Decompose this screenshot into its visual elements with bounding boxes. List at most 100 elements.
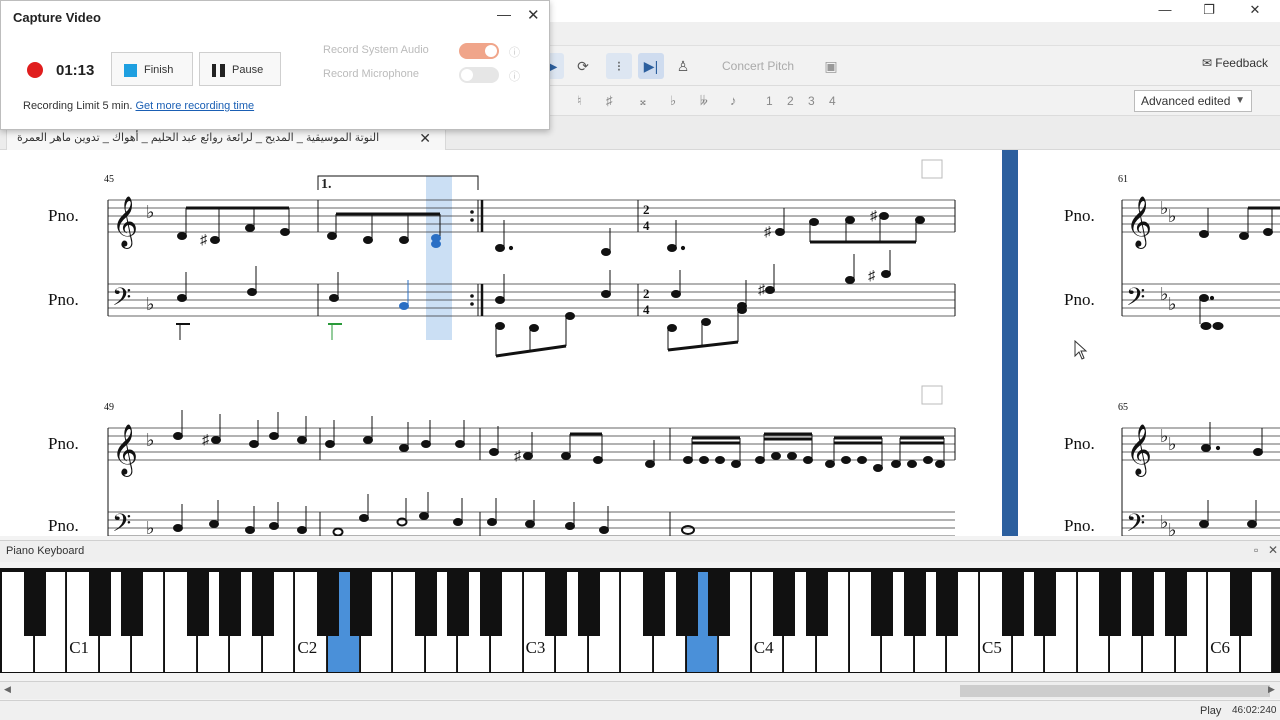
svg-text:♭: ♭	[1168, 434, 1177, 455]
image-capture-icon[interactable]: ▣	[818, 53, 844, 79]
piano-black-key[interactable]	[1132, 572, 1154, 636]
piano-black-key[interactable]	[23, 572, 46, 636]
natural-icon[interactable]: ♮	[577, 93, 582, 109]
flip-icon[interactable]: ♪	[730, 93, 737, 108]
piano-black-key[interactable]	[1034, 572, 1057, 636]
microphone-toggle[interactable]	[459, 67, 499, 83]
instrument-label: Pno.	[48, 290, 79, 309]
staff-lines	[108, 199, 1280, 536]
piano-black-key[interactable]	[121, 572, 144, 636]
finish-icon	[124, 64, 137, 77]
get-more-time-link[interactable]: Get more recording time	[136, 100, 255, 112]
restore-icon[interactable]: ❐	[1194, 2, 1224, 20]
svg-text:𝄢: 𝄢	[1126, 509, 1145, 536]
octave-label: C5	[982, 638, 1002, 657]
status-time: 46:02:240	[1232, 705, 1277, 716]
bar-number: 49	[104, 402, 114, 413]
instrument-label: Pno.	[1064, 206, 1095, 225]
double-flat-icon[interactable]: 𝄫	[700, 93, 708, 109]
info-icon[interactable]: ⓘ	[509, 68, 520, 84]
volta-label: 1.	[321, 177, 332, 192]
piano-black-key[interactable]	[936, 572, 959, 636]
loop-in-icon[interactable]: ⁝	[606, 53, 632, 79]
info-icon[interactable]: ⓘ	[509, 44, 520, 60]
piano-black-key[interactable]	[317, 572, 339, 636]
piano-black-key[interactable]	[903, 572, 926, 636]
bass-notes-1: ♯ ♯	[176, 250, 891, 358]
close-panel-icon[interactable]: ✕	[1268, 543, 1278, 557]
loop-out-icon[interactable]: ▶|	[638, 53, 664, 79]
scrollbar-thumb[interactable]	[960, 685, 1270, 697]
piano-black-key[interactable]	[773, 572, 796, 636]
piano-black-key[interactable]	[871, 572, 894, 636]
recording-indicator-icon	[27, 62, 43, 78]
finish-button[interactable]: Finish	[111, 52, 193, 86]
svg-text:♯: ♯	[514, 447, 522, 463]
pause-button[interactable]: Pause	[199, 52, 281, 86]
svg-text:♭: ♭	[146, 518, 155, 536]
capture-minimize-icon[interactable]: —	[497, 6, 511, 22]
workspace-select[interactable]: Advanced edited ▼	[1134, 90, 1252, 112]
clefs: 𝄞 𝄢 𝄞 𝄢 𝄞 𝄢 𝄞 𝄢 ♭♭ ♭♭ ♭ ♭ ♭ ♭ ♭ ♭ ♭ ♭	[112, 196, 1177, 536]
piano-black-key[interactable]	[545, 572, 568, 636]
capture-title: Capture Video	[13, 10, 101, 25]
capture-video-panel: Capture Video — ✕ 01:13 Finish Pause Rec…	[0, 0, 550, 130]
piano-black-key[interactable]	[480, 572, 502, 636]
volta-bracket	[317, 175, 479, 190]
instrument-label: Pno.	[48, 206, 79, 225]
bar-number: 45	[104, 174, 114, 185]
piano-black-key[interactable]	[414, 572, 437, 636]
piano-black-key[interactable]	[349, 572, 372, 636]
piano-black-key[interactable]	[447, 572, 470, 636]
piano-keyboard[interactable]: C1 C2 C3 C4 C5 C6	[0, 568, 1280, 673]
octave-label: C6	[1210, 638, 1231, 657]
sharp-icon[interactable]: ♯	[606, 93, 613, 108]
scroll-left-icon[interactable]: ◀	[4, 684, 11, 695]
minimize-icon[interactable]: —	[1150, 2, 1180, 20]
svg-text:♯: ♯	[764, 223, 772, 239]
svg-text:♯: ♯	[870, 207, 878, 223]
piano-black-key[interactable]	[1229, 572, 1252, 636]
system-audio-toggle[interactable]	[459, 43, 499, 59]
piano-black-key[interactable]	[219, 572, 242, 636]
score-view[interactable]: 𝄞 𝄢 𝄞 𝄢 𝄞 𝄢 𝄞 𝄢 ♭ ♭ ♭ ♭ ♭ ♭ ♭ ♭ ♭ ♭ ♭ ♭ 2	[0, 150, 1280, 536]
piano-black-key[interactable]	[1001, 572, 1024, 636]
close-window-icon[interactable]: ✕	[1240, 2, 1270, 20]
close-tab-icon[interactable]: ✕	[419, 127, 431, 149]
horizontal-scrollbar[interactable]: ◀ ▶	[0, 681, 1280, 699]
piano-black-key[interactable]	[186, 572, 209, 636]
voice-4-button[interactable]: 4	[829, 94, 836, 108]
piano-black-key[interactable]	[1164, 572, 1187, 636]
piano-black-key[interactable]	[88, 572, 111, 636]
octave-label: C4	[753, 638, 774, 657]
right-page-notes	[1199, 206, 1280, 528]
octave-label: C1	[69, 638, 90, 657]
barlines	[107, 200, 1123, 536]
voice-3-button[interactable]: 3	[808, 94, 815, 108]
loop-icon[interactable]: ⟳	[570, 53, 596, 79]
piano-black-key[interactable]	[1099, 572, 1122, 636]
treble-notes-2: ♯ ♯	[173, 410, 945, 472]
float-panel-icon[interactable]: ▫	[1254, 543, 1258, 557]
scroll-right-icon[interactable]: ▶	[1268, 684, 1275, 695]
piano-black-key[interactable]	[643, 572, 665, 636]
concert-pitch-button[interactable]: Concert Pitch	[722, 59, 794, 73]
voice-2-button[interactable]: 2	[787, 94, 794, 108]
instrument-label: Pno.	[1064, 434, 1095, 453]
flat-icon[interactable]: ♭	[670, 93, 676, 109]
feedback-button[interactable]: ✉ Feedback	[1202, 56, 1268, 70]
chevron-down-icon: ▼	[1235, 95, 1245, 106]
svg-text:𝄞: 𝄞	[1126, 196, 1152, 249]
piano-black-key[interactable]	[806, 572, 828, 636]
piano-black-key[interactable]	[708, 572, 731, 636]
metronome-icon[interactable]: ♙	[670, 53, 696, 79]
piano-black-key[interactable]	[577, 572, 600, 636]
voice-1-button[interactable]: 1	[766, 94, 773, 108]
capture-close-icon[interactable]: ✕	[527, 6, 540, 24]
recording-limit-text: Recording Limit 5 min. Get more recordin…	[23, 100, 255, 112]
svg-text:♭: ♭	[1168, 520, 1177, 536]
double-sharp-icon[interactable]: 𝄪	[640, 93, 646, 109]
piano-black-key[interactable]	[251, 572, 274, 636]
piano-black-key[interactable]	[675, 572, 698, 636]
svg-text:♯: ♯	[202, 431, 210, 447]
